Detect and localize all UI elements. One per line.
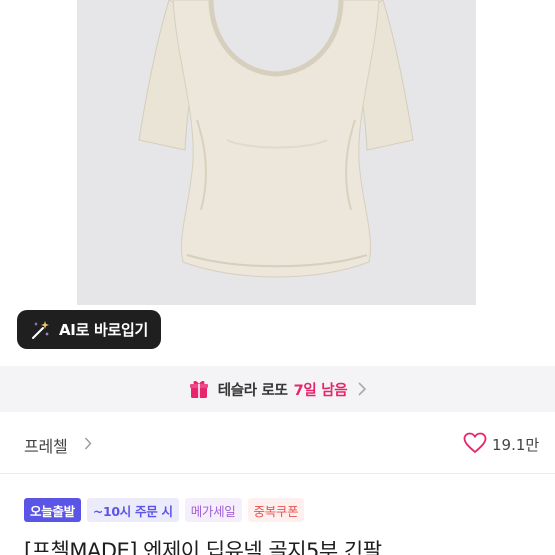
shop-name[interactable]: 프레첼 — [24, 433, 68, 457]
product-image-area: AI로 바로입기 — [0, 0, 555, 365]
badge-order-deadline: ~10시 주문 시 — [86, 498, 179, 522]
product-title: [프첼MADE] 엔제이 딥유넥 골지5부 긴팔 — [24, 539, 382, 555]
badge-today-shipping: 오늘출발 — [24, 498, 81, 522]
badge-double-coupon: 중복쿠폰 — [247, 498, 305, 522]
ai-try-on-label: AI로 바로입기 — [59, 321, 149, 339]
chevron-right-icon — [84, 437, 92, 450]
promo-days-left: 7일 남음 — [293, 382, 348, 399]
badge-list: 오늘출발 ~10시 주문 시 메가세일 중복쿠폰 — [24, 498, 305, 522]
magic-wand-icon — [32, 320, 49, 339]
like-count: 19.1만 — [492, 436, 540, 454]
ai-try-on-button[interactable]: AI로 바로입기 — [17, 310, 161, 349]
promo-text: 테슬라 로또 — [217, 382, 288, 399]
shop-row[interactable]: 프레첼 19.1만 — [0, 412, 555, 474]
promo-banner[interactable]: 테슬라 로또 7일 남음 — [0, 366, 555, 412]
product-photo[interactable] — [77, 0, 476, 305]
heart-icon[interactable] — [463, 432, 487, 454]
gift-icon — [189, 380, 208, 398]
badge-mega-sale: 메가세일 — [184, 498, 242, 522]
chevron-right-icon — [358, 382, 367, 396]
